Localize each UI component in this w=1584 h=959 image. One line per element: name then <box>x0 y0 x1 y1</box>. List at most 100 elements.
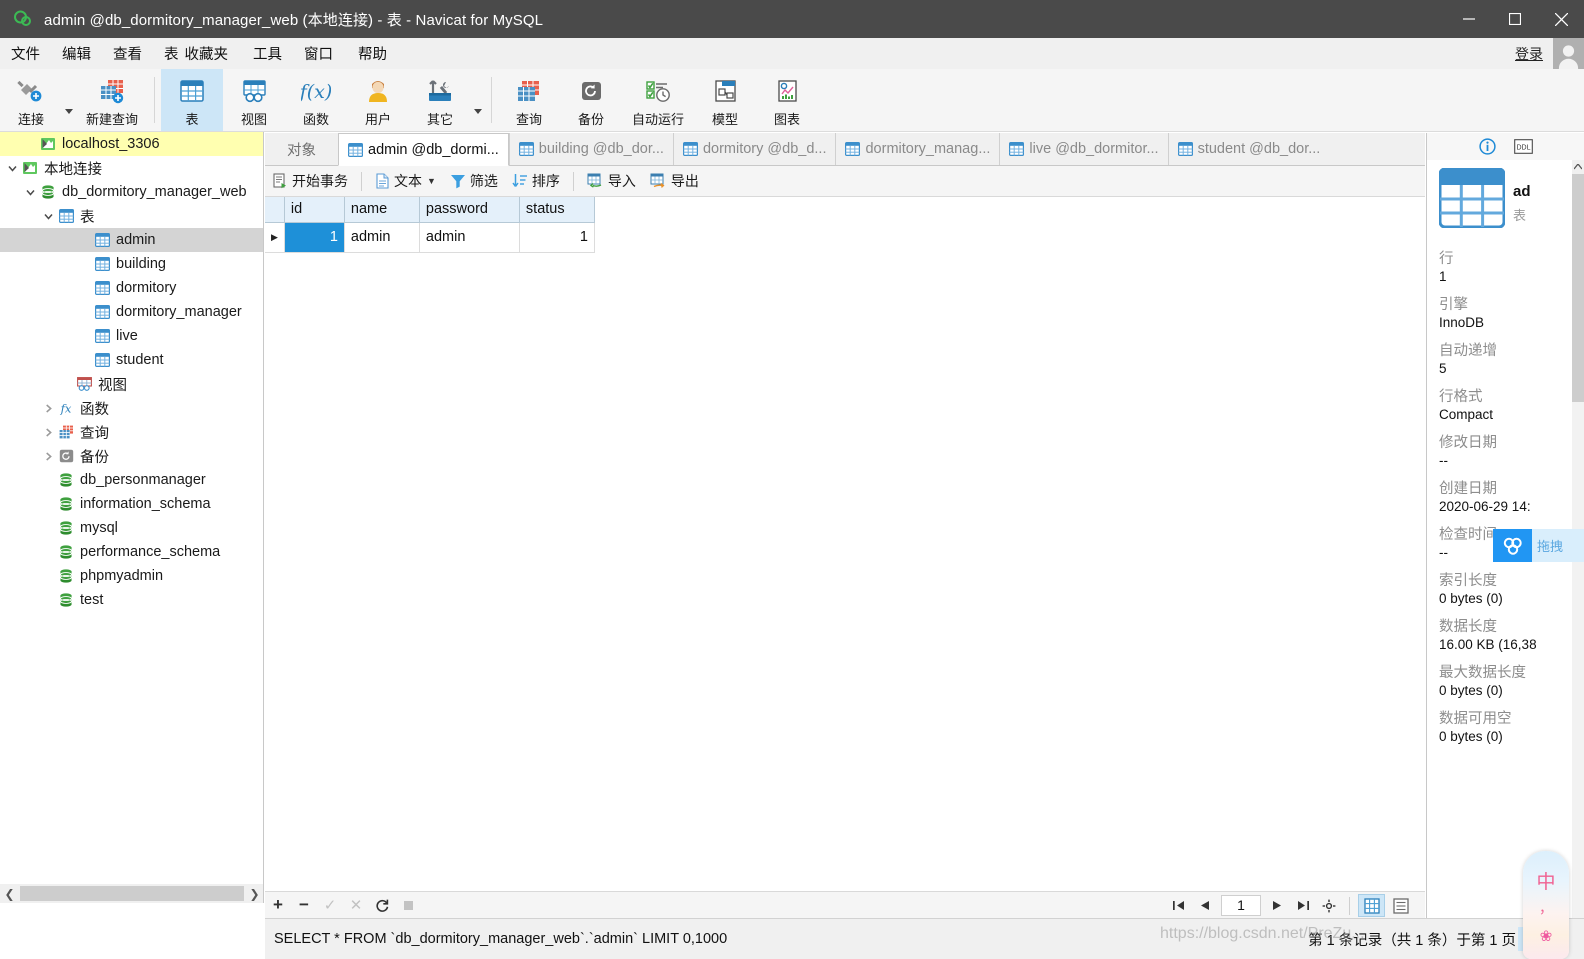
tab-dormitory_manag[interactable]: dormitory_manag... <box>835 133 999 165</box>
scrollbar-thumb[interactable] <box>20 886 244 901</box>
tree-node--[interactable]: 备份 <box>0 444 263 468</box>
grid-view-toggle[interactable] <box>1358 894 1385 917</box>
tab-dormitory[interactable]: dormitory @db_d... <box>672 133 836 165</box>
ddl-icon[interactable]: DDL <box>1514 137 1534 157</box>
stop-button[interactable] <box>396 894 420 916</box>
ime-floating-bar[interactable]: 中 ， ❀ <box>1523 851 1569 959</box>
object-tree[interactable]: localhost_3306 本地连接 db_dormitory_manager_w… <box>0 132 263 612</box>
menu-tools[interactable]: 工具 <box>253 39 282 68</box>
expand-arrow-icon[interactable] <box>40 212 56 221</box>
scroll-up-icon[interactable] <box>1572 160 1584 174</box>
scroll-right-icon[interactable]: ❯ <box>245 884 263 903</box>
tab-live[interactable]: live @db_dormitor... <box>999 133 1167 165</box>
tree-node-phpmyadmin[interactable]: phpmyadmin <box>0 564 263 588</box>
tab-objects[interactable]: 对象 <box>265 133 338 165</box>
tree-node-test[interactable]: test <box>0 588 263 612</box>
baidu-netdisk-widget[interactable]: 拖拽 <box>1493 529 1584 562</box>
avatar[interactable] <box>1553 38 1584 69</box>
cell-password[interactable]: admin <box>419 222 520 253</box>
first-page-button[interactable] <box>1167 895 1191 917</box>
tree-node--[interactable]: fx 函数 <box>0 396 263 420</box>
login-link[interactable]: 登录 <box>1515 44 1543 64</box>
tree-node--[interactable]: 查询 <box>0 420 263 444</box>
page-settings-button[interactable] <box>1317 895 1341 917</box>
tree-node--[interactable]: 表 <box>0 204 263 228</box>
menu-edit[interactable]: 编辑 <box>62 39 91 68</box>
tree-node-student[interactable]: student <box>0 348 263 372</box>
text-button[interactable]: 文本 ▼ <box>370 169 441 194</box>
column-header-id[interactable]: id <box>284 197 345 223</box>
tab-building[interactable]: building @db_dor... <box>508 133 673 165</box>
expand-arrow-icon[interactable] <box>22 188 38 197</box>
tree-node-mysql[interactable]: mysql <box>0 516 263 540</box>
filter-button[interactable]: 筛选 <box>445 169 503 194</box>
toolbar-button-connection[interactable]: 连接 <box>0 69 62 131</box>
refresh-button[interactable] <box>370 894 394 916</box>
others-dropdown-caret-icon[interactable] <box>471 69 485 131</box>
column-header-name[interactable]: name <box>344 197 420 223</box>
cell-id[interactable]: 1 <box>284 222 345 253</box>
close-icon[interactable] <box>1538 0 1584 38</box>
toolbar-button-model[interactable]: 模型 <box>694 69 756 131</box>
expand-arrow-icon[interactable] <box>40 403 56 413</box>
table-row[interactable]: ▶ 1 admin admin 1 <box>265 222 595 253</box>
tree-node-db_dormitory_manager_web[interactable]: db_dormitory_manager_web <box>0 180 263 204</box>
tree-node-live[interactable]: live <box>0 324 263 348</box>
prev-page-button[interactable] <box>1193 895 1217 917</box>
tree-node-db_personmanager[interactable]: db_personmanager <box>0 468 263 492</box>
form-view-toggle[interactable] <box>1387 894 1414 917</box>
toolbar-button-user[interactable]: 用户 <box>347 69 409 131</box>
toolbar-button-others[interactable]: 其它 <box>409 69 471 131</box>
expand-arrow-icon[interactable] <box>40 427 56 437</box>
toolbar-button-table[interactable]: 表 <box>161 69 223 131</box>
expand-arrow-icon[interactable] <box>40 451 56 461</box>
tree-node-dormitory[interactable]: dormitory <box>0 276 263 300</box>
connection-dropdown-caret-icon[interactable] <box>62 69 76 131</box>
menu-file[interactable]: 文件 <box>11 39 40 68</box>
ime-punctuation-icon[interactable]: ， <box>1539 898 1553 918</box>
sidebar-horizontal-scrollbar[interactable]: ❮ ❯ <box>0 884 263 903</box>
toolbar-button-automation[interactable]: 自动运行 <box>622 69 694 131</box>
toolbar-button-view[interactable]: 视图 <box>223 69 285 131</box>
column-header-status[interactable]: status <box>519 197 595 223</box>
ime-logo-icon[interactable]: ❀ <box>1540 927 1553 945</box>
menu-view[interactable]: 查看 <box>113 39 142 68</box>
ime-mode-chinese[interactable]: 中 <box>1536 873 1555 892</box>
data-grid[interactable]: id name password status ▶ 1 admin admin … <box>265 197 1425 891</box>
column-header-password[interactable]: password <box>419 197 520 223</box>
scroll-left-icon[interactable]: ❮ <box>0 884 19 903</box>
begin-transaction-button[interactable]: 开始事务 <box>267 169 353 194</box>
maximize-icon[interactable] <box>1492 0 1538 38</box>
menu-table[interactable]: 表 <box>164 39 179 68</box>
export-button[interactable]: 导出 <box>645 169 704 194</box>
tab-student[interactable]: student @db_dor... <box>1167 133 1330 165</box>
tree-node-information_schema[interactable]: information_schema <box>0 492 263 516</box>
tree-node--[interactable]: 视图 <box>0 372 263 396</box>
cancel-change-button[interactable]: ✕ <box>344 894 368 916</box>
toolbar-button-backup[interactable]: 备份 <box>560 69 622 131</box>
menu-favorites[interactable]: 收藏夹 <box>185 39 229 68</box>
sort-button[interactable]: 排序 <box>507 169 565 194</box>
chevron-down-icon[interactable]: ▼ <box>427 176 436 186</box>
tab-admin[interactable]: admin @db_dormi... <box>338 133 509 166</box>
delete-record-button[interactable]: − <box>292 894 316 916</box>
scrollbar-thumb[interactable] <box>1572 174 1584 402</box>
next-page-button[interactable] <box>1265 895 1289 917</box>
tree-node-dormitory_manager[interactable]: dormitory_manager <box>0 300 263 324</box>
expand-arrow-icon[interactable] <box>4 164 20 173</box>
tree-node-admin[interactable]: admin <box>0 228 263 252</box>
page-number-input[interactable]: 1 <box>1221 895 1261 916</box>
tree-node-building[interactable]: building <box>0 252 263 276</box>
add-record-button[interactable]: + <box>266 894 290 916</box>
import-button[interactable]: 导入 <box>582 169 641 194</box>
toolbar-button-query[interactable]: 查询 <box>498 69 560 131</box>
tree-node--[interactable]: 本地连接 <box>0 156 263 180</box>
last-page-button[interactable] <box>1291 895 1315 917</box>
info-icon[interactable] <box>1478 137 1498 157</box>
tree-node-performance_schema[interactable]: performance_schema <box>0 540 263 564</box>
menu-window[interactable]: 窗口 <box>304 39 333 68</box>
cell-status[interactable]: 1 <box>519 222 595 253</box>
toolbar-button-function[interactable]: f(x) 函数 <box>285 69 347 131</box>
apply-change-button[interactable]: ✓ <box>318 894 342 916</box>
toolbar-button-chart[interactable]: 图表 <box>756 69 818 131</box>
